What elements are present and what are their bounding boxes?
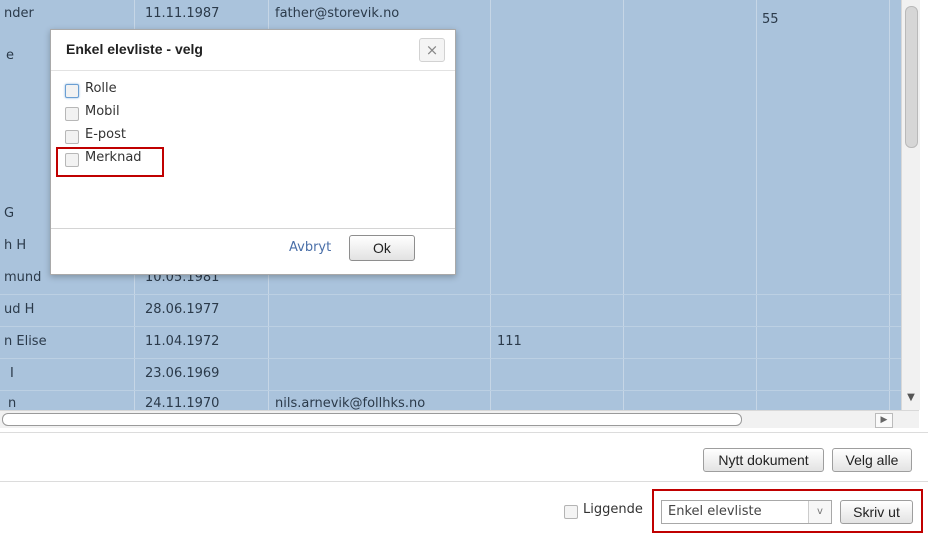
email-cell: nils.arnevik@follhks.no xyxy=(275,396,426,410)
select-all-button[interactable]: Velg alle xyxy=(832,448,912,472)
new-document-button[interactable]: Nytt dokument xyxy=(703,448,824,472)
name-cell: ud H xyxy=(4,302,35,317)
birthdate-cell: 24.11.1970 xyxy=(145,396,220,410)
value-cell: 111 xyxy=(497,334,522,349)
scrollbar-thumb[interactable] xyxy=(2,413,742,426)
landscape-label: Liggende xyxy=(583,502,643,517)
table-row[interactable]: n 24.11.1970 nils.arnevik@follhks.no xyxy=(0,388,901,410)
birthdate-cell: 28.06.1977 xyxy=(145,302,220,317)
scroll-right-arrow-icon[interactable]: ▶ xyxy=(875,413,893,428)
name-cell: I xyxy=(10,366,14,381)
name-cell: nder xyxy=(4,6,34,21)
divider xyxy=(51,228,455,229)
birthdate-cell: 11.04.1972 xyxy=(145,334,220,349)
email-cell: father@storevik.no xyxy=(275,6,400,21)
name-cell: n Elise xyxy=(4,334,47,349)
name-cell: G xyxy=(4,206,15,221)
divider xyxy=(0,432,928,433)
landscape-checkbox[interactable] xyxy=(564,505,578,519)
value-cell: 55 xyxy=(762,12,779,27)
checkbox[interactable] xyxy=(65,130,79,144)
highlight-annotation xyxy=(56,147,164,177)
ok-button[interactable]: Ok xyxy=(349,235,415,261)
checkbox[interactable] xyxy=(65,107,79,121)
scroll-down-arrow-icon[interactable]: ▼ xyxy=(904,391,918,405)
divider xyxy=(0,481,928,482)
dialog-title: Enkel elevliste - velg xyxy=(66,41,203,57)
birthdate-cell: 11.11.1987 xyxy=(145,6,220,21)
birthdate-cell: 23.06.1969 xyxy=(145,366,220,381)
horizontal-scrollbar[interactable]: ▶ xyxy=(0,410,919,428)
scrollbar-thumb[interactable] xyxy=(905,6,918,148)
select-columns-dialog: Enkel elevliste - velg × Rolle Mobil E-p… xyxy=(50,29,456,275)
option-label: Mobil xyxy=(85,104,120,119)
table-row[interactable]: I 23.06.1969 xyxy=(0,358,901,390)
table-row[interactable]: n Elise 11.04.1972 111 xyxy=(0,326,901,358)
name-cell: n xyxy=(8,396,17,410)
table-row[interactable]: ud H 28.06.1977 xyxy=(0,294,901,326)
highlight-annotation xyxy=(652,489,923,533)
name-cell: h H xyxy=(4,238,27,253)
vertical-scrollbar[interactable]: ▼ xyxy=(901,0,920,410)
name-cell: e xyxy=(6,48,14,63)
close-icon[interactable]: × xyxy=(419,38,445,62)
cancel-link[interactable]: Avbryt xyxy=(289,240,331,255)
option-label: E-post xyxy=(85,127,126,142)
name-cell: mund xyxy=(4,270,42,285)
checkbox[interactable] xyxy=(65,84,79,98)
divider xyxy=(51,70,455,71)
option-label: Rolle xyxy=(85,81,117,96)
